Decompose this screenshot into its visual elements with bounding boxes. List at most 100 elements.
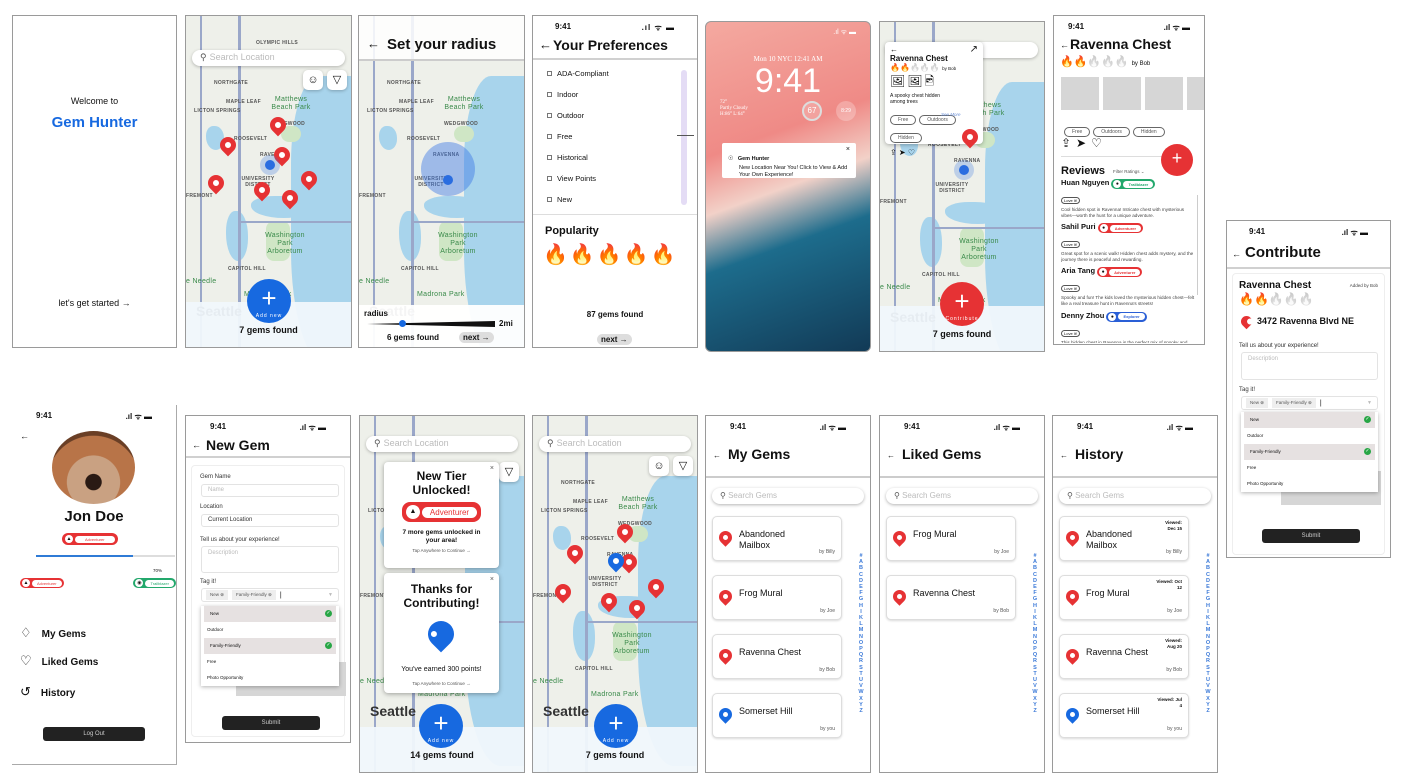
contribute-button[interactable]: + [1161, 144, 1193, 176]
rating-row[interactable]: 🔥🔥🔥🔥🔥 [1239, 292, 1314, 306]
alphabet-letter[interactable]: W [857, 689, 865, 695]
gem-list-item[interactable]: Abandoned Mailbox by Billy [712, 516, 842, 561]
alphabet-letter[interactable]: Z [1031, 708, 1039, 714]
chevron-down-icon[interactable]: ▼ [1367, 400, 1372, 406]
dropdown-option[interactable]: Family-Friendly ✓ [1244, 444, 1375, 460]
action-icons[interactable]: ⇪➤♡ [1061, 136, 1107, 150]
tag-chip[interactable]: Family-Friendly ⊗ [232, 590, 276, 600]
search-location-input[interactable]: ⚲ Search Location [192, 50, 345, 66]
search-location-input[interactable]: ⚲ Search Location [539, 436, 691, 452]
alphabet-letter[interactable]: Z [1204, 708, 1212, 714]
alphabet-index[interactable]: # A B C D E F G H I K L M N O P Q R S T U V W X Y Z [1204, 553, 1212, 714]
alphabet-index[interactable]: # A B C D E F G H I K L M N O P Q R S T U V W X Y Z [857, 553, 865, 714]
description-textarea[interactable]: Description [201, 546, 339, 573]
preference-checkbox[interactable]: Free [547, 131, 677, 152]
tap-continue[interactable]: Tap Anywhere to Continue → [384, 548, 499, 553]
back-arrow-icon[interactable]: ← [890, 45, 978, 54]
tag-chip[interactable]: New ⊗ [206, 590, 229, 600]
dropdown-option[interactable]: Photo Opportunity [1241, 476, 1378, 492]
photo-gallery[interactable] [1061, 77, 1204, 110]
dropdown-option[interactable]: Outdoor [201, 622, 339, 638]
back-arrow-icon[interactable]: ← [367, 36, 380, 51]
gem-list-item[interactable]: Ravenna Chest Viewed: Aug 20 by Bob [1059, 634, 1189, 679]
action-icons[interactable]: ⇪ ➤ ♡ [890, 148, 978, 157]
filter-button[interactable]: ▽ [327, 70, 347, 90]
gem-list-item[interactable]: Ravenna Chest by Bob [712, 634, 842, 679]
alphabet-letter[interactable]: Z [857, 708, 865, 714]
dropdown-option[interactable]: New ✓ [1244, 412, 1375, 428]
search-gems-input[interactable]: ⚲ Search Gems [1059, 488, 1211, 504]
profile-button[interactable]: ☺ [649, 456, 669, 476]
tag-chip[interactable]: New ⊗ [1246, 398, 1269, 408]
search-gems-input[interactable]: ⚲ Search Gems [886, 488, 1038, 504]
log-out-button[interactable]: Log Out [43, 727, 145, 741]
submit-button[interactable]: Submit [1262, 529, 1360, 543]
tag-pill[interactable]: Free [890, 115, 917, 125]
dropdown-option[interactable]: Outdoor [1241, 428, 1378, 444]
reviews-list[interactable]: Huan Nguyen ● Trailblazer Love It! Cool h… [1061, 178, 1196, 343]
back-arrow-icon[interactable]: ← [713, 451, 721, 460]
tag-chip[interactable]: Family-Friendly ⊗ [1272, 398, 1316, 408]
filter-button[interactable]: ▽ [673, 456, 693, 476]
preference-checkbox[interactable]: Indoor [547, 89, 677, 110]
tag-dropdown[interactable]: New ✓ Outdoor Family-Friendly ✓ Free Photo Opp… [201, 606, 339, 686]
dropdown-option[interactable]: New ✓ [204, 606, 336, 622]
photo-icons[interactable]: 🖼🖼🖻 [890, 72, 978, 93]
back-arrow-icon[interactable]: ← [1060, 451, 1068, 460]
preference-checkbox[interactable]: Historical [547, 152, 677, 173]
back-arrow-icon[interactable]: ← [539, 37, 552, 52]
menu-liked-gems[interactable]: ♡ Liked Gems [20, 653, 98, 669]
tag-dropdown[interactable]: New ✓ Outdoor Family-Friendly ✓ Free Photo Opp… [1241, 412, 1378, 492]
expand-icon[interactable]: ↗ [970, 44, 978, 55]
close-icon[interactable]: × [846, 146, 850, 153]
filter-button[interactable]: ▽ [499, 462, 519, 482]
dropdown-option[interactable]: Free [1241, 460, 1378, 476]
thanks-modal[interactable]: × Thanks for Contributing! You've earned… [384, 573, 499, 693]
submit-button[interactable]: Submit [222, 716, 320, 730]
gem-name-input[interactable]: Name [201, 484, 339, 497]
gem-list-item[interactable]: Ravenna Chest by Bob [886, 575, 1016, 620]
notification[interactable]: ☉ Gem Hunter × New Location Near You! Cl… [722, 143, 856, 178]
back-arrow-icon[interactable]: ← [887, 451, 895, 460]
gem-list-item[interactable]: Frog Mural Viewed: Oct 12 by Joe [1059, 575, 1189, 620]
popularity-rating[interactable]: 🔥🔥🔥🔥🔥 [543, 242, 678, 267]
add-new-button[interactable]: + Add new [247, 279, 291, 323]
scrollbar[interactable] [1197, 195, 1198, 295]
gem-list-item[interactable]: Frog Mural by Joe [712, 575, 842, 620]
preference-checkbox[interactable]: ADA-Compliant [547, 68, 677, 89]
alphabet-index[interactable]: # A B C D E F G H I K L M N O P Q R S T U V W X Y Z [1031, 553, 1039, 714]
tag-input[interactable]: New ⊗ Family-Friendly ⊗ | ▼ [201, 588, 339, 602]
next-button[interactable]: next → [597, 334, 632, 345]
scroll-thumb[interactable] [677, 135, 694, 136]
add-new-button[interactable]: + Add new [419, 704, 463, 748]
close-icon[interactable]: × [490, 576, 494, 583]
next-button[interactable]: next → [459, 332, 494, 343]
dropdown-option[interactable]: Family-Friendly ✓ [204, 638, 336, 654]
filter-ratings-dropdown[interactable]: Filter Ratings ⌄ [1113, 169, 1145, 175]
tap-continue[interactable]: Tap Anywhere to Continue → [384, 681, 499, 686]
menu-my-gems[interactable]: ♢ My Gems [20, 625, 86, 641]
gem-list-item[interactable]: Frog Mural by Joe [886, 516, 1016, 561]
dropdown-option[interactable]: Photo Opportunity [201, 670, 339, 686]
alphabet-letter[interactable]: W [1031, 689, 1039, 695]
preference-checkbox[interactable]: View Points [547, 173, 677, 194]
back-arrow-icon[interactable]: ← [1232, 249, 1241, 259]
radius-slider-thumb[interactable] [399, 320, 406, 327]
gem-list-item[interactable]: Somerset Hill Viewed: Jul 4 by you [1059, 693, 1189, 738]
back-arrow-icon[interactable]: ← [192, 440, 201, 450]
avatar[interactable] [52, 431, 135, 504]
gem-list-item[interactable]: Somerset Hill by you [712, 693, 842, 738]
dropdown-option[interactable]: Free [201, 654, 339, 670]
get-started-link[interactable]: let's get started → [13, 298, 176, 308]
scrollbar[interactable] [681, 70, 687, 205]
gem-list-item[interactable]: Abandoned Mailbox Viewed: Dec 15 by Bill… [1059, 516, 1189, 561]
search-gems-input[interactable]: ⚲ Search Gems [712, 488, 864, 504]
tier-unlocked-modal[interactable]: × New Tier Unlocked! ▲ Adventurer 7 more … [384, 462, 499, 568]
location-input[interactable]: Current Location [201, 514, 339, 527]
chevron-down-icon[interactable]: ▼ [328, 592, 333, 598]
tag-pill[interactable]: Hidden [1132, 127, 1165, 137]
tag-input[interactable]: New ⊗ Family-Friendly ⊗ | ▼ [1241, 396, 1378, 410]
close-icon[interactable]: × [490, 465, 494, 472]
tag-pill[interactable]: Hidden [890, 133, 922, 143]
back-arrow-icon[interactable]: ← [1060, 40, 1069, 50]
